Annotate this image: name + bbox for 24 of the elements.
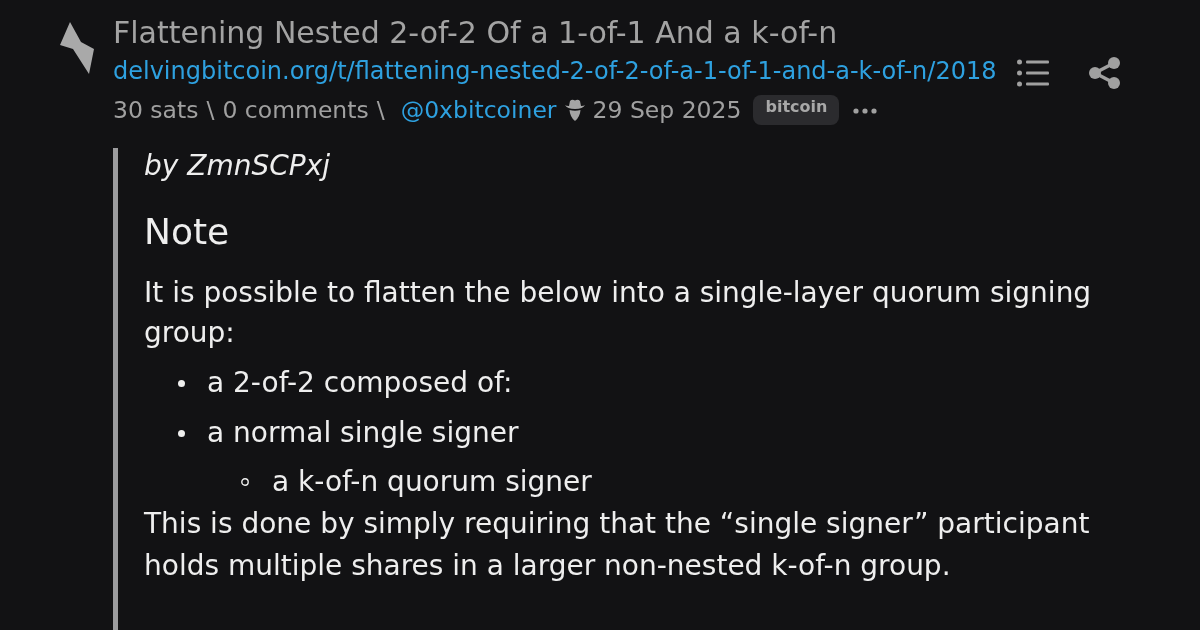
- separator-text: \: [206, 95, 215, 126]
- more-options-icon[interactable]: [853, 108, 878, 114]
- share-icon[interactable]: [1089, 57, 1120, 89]
- post-url-link[interactable]: delvingbitcoin.org/t/flattening-nested-2-of-2-of-a-1-of-1-and-a-k-of-n/2018: [113, 52, 997, 90]
- separator-text: \: [376, 95, 385, 126]
- circle-bullet-icon: [241, 478, 249, 486]
- tag-badge[interactable]: bitcoin: [753, 95, 840, 125]
- list-item-text: a 2-of-2 composed of:: [207, 365, 513, 401]
- stat-link[interactable]: 0 comments: [222, 90, 369, 130]
- bullet-icon: [178, 379, 185, 387]
- byline-text: by ZmnSCPxj: [144, 148, 330, 184]
- post-title[interactable]: Flattening Nested 2-of-2 Of a 1-of-1 And a k-of-n: [113, 14, 838, 52]
- cowboy-hat-icon: [564, 99, 585, 121]
- list-icon[interactable]: [1017, 59, 1049, 87]
- lightning-bolt-icon: [60, 22, 94, 74]
- list-item-text: a normal single signer: [207, 415, 519, 451]
- stat-link[interactable]: 30 sats: [113, 90, 199, 130]
- paragraph-text: It is possible to flatten the below into a single-layer quorum signing group:: [144, 275, 1093, 351]
- list-item-text: a k-of-n quorum signer: [272, 464, 592, 500]
- post-date: 29 Sep 2025: [592, 95, 742, 126]
- paragraph-text: This is done by simply requiring that the “single signer” participant holds multiple shares in a larger non-nested k-of-n group.: [144, 506, 1091, 584]
- note-heading: Note: [144, 210, 230, 254]
- bullet-icon: [178, 429, 185, 437]
- author-link[interactable]: @0xbitcoiner: [400, 90, 557, 130]
